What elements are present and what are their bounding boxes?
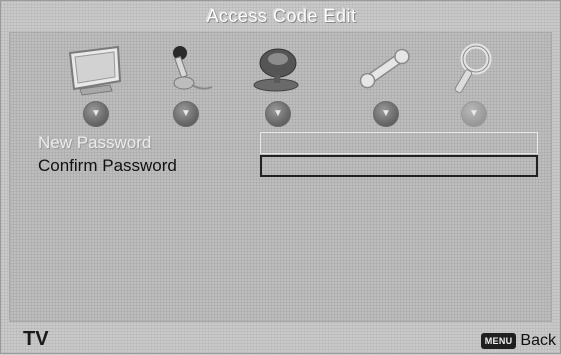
footer-bar: TV MENU Back [1,323,561,355]
audio-icon [150,39,220,99]
back-label: Back [520,332,556,349]
confirm-password-field[interactable] [260,155,538,177]
menu-item-setup[interactable]: ▼ [232,39,322,134]
page-title: Access Code Edit [206,6,357,26]
chevron-down-icon: ▼ [373,101,399,127]
chevron-down-icon: ▼ [461,101,487,127]
menu-item-lock[interactable]: ▼ [428,39,518,134]
osd-screen: Access Code Edit ▼ ▼ ▼ ▼ ▼ New Password … [0,0,561,354]
menu-item-tools[interactable]: ▼ [340,39,430,134]
chevron-down-icon: ▼ [265,101,291,127]
tools-icon [350,39,420,99]
chevron-down-icon: ▼ [173,101,199,127]
new-password-field[interactable] [260,132,538,154]
setup-icon [242,39,312,99]
menu-item-picture[interactable]: ▼ [50,39,140,134]
lock-icon [438,39,508,99]
menu-key-icon: MENU [480,333,517,349]
chevron-down-icon: ▼ [83,101,109,127]
menu-icon-row: ▼ ▼ ▼ ▼ ▼ [10,39,551,134]
input-source-label: TV [23,328,49,350]
back-hint[interactable]: MENU Back [480,331,556,351]
picture-icon [60,39,130,99]
main-panel: ▼ ▼ ▼ ▼ ▼ New Password Confirm Password [9,32,552,322]
menu-item-audio[interactable]: ▼ [140,39,230,134]
confirm-password-row[interactable]: Confirm Password [10,155,551,179]
new-password-label: New Password [38,133,152,152]
confirm-password-label: Confirm Password [38,156,177,175]
new-password-row[interactable]: New Password [10,132,551,156]
title-bar: Access Code Edit [1,1,561,31]
